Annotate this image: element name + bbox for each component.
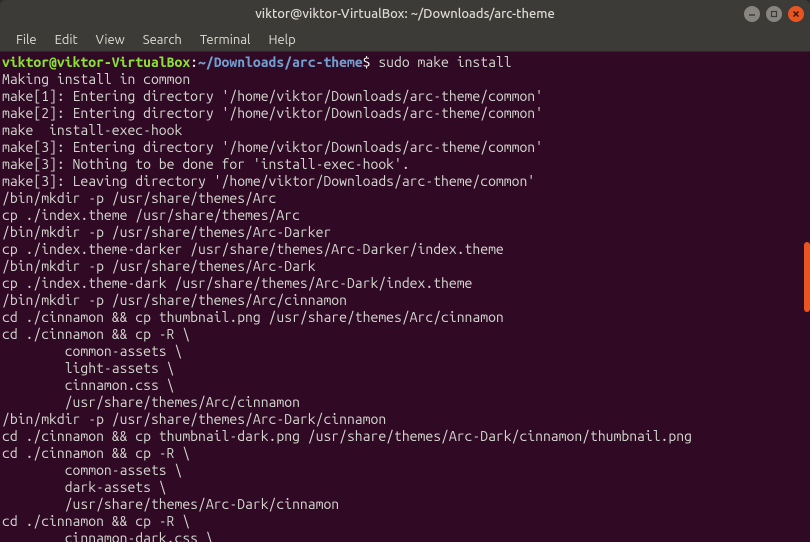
menu-help[interactable]: Help xyxy=(260,31,303,49)
output-line: make[3]: Entering directory '/home/vikto… xyxy=(2,139,810,156)
maximize-button[interactable] xyxy=(766,6,782,22)
output-line: cp ./index.theme-dark /usr/share/themes/… xyxy=(2,275,810,292)
menu-view[interactable]: View xyxy=(88,31,133,49)
close-icon xyxy=(792,10,800,18)
output-line: cinnamon-dark.css \ xyxy=(2,530,810,542)
menu-terminal[interactable]: Terminal xyxy=(192,31,259,49)
output-line: /bin/mkdir -p /usr/share/themes/Arc xyxy=(2,190,810,207)
prompt-line: viktor@viktor-VirtualBox:~/Downloads/arc… xyxy=(2,54,810,71)
output-line: Making install in common xyxy=(2,71,810,88)
prompt-dollar: $ xyxy=(363,54,371,70)
menubar: File Edit View Search Terminal Help xyxy=(0,28,810,52)
titlebar: viktor@viktor-VirtualBox: ~/Downloads/ar… xyxy=(0,0,810,28)
output-line: make[2]: Entering directory '/home/vikto… xyxy=(2,105,810,122)
output-line: cp ./index.theme /usr/share/themes/Arc xyxy=(2,207,810,224)
output-line: /bin/mkdir -p /usr/share/themes/Arc-Dark… xyxy=(2,224,810,241)
output-line: make[3]: Leaving directory '/home/viktor… xyxy=(2,173,810,190)
terminal-output[interactable]: viktor@viktor-VirtualBox:~/Downloads/arc… xyxy=(0,52,810,542)
output-line: /bin/mkdir -p /usr/share/themes/Arc/cinn… xyxy=(2,292,810,309)
output-line: cd ./cinnamon && cp thumbnail.png /usr/s… xyxy=(2,309,810,326)
window-controls xyxy=(744,6,804,22)
output-line: cd ./cinnamon && cp -R \ xyxy=(2,445,810,462)
output-line: cd ./cinnamon && cp -R \ xyxy=(2,513,810,530)
output-line: cd ./cinnamon && cp -R \ xyxy=(2,326,810,343)
scrollbar[interactable] xyxy=(802,52,810,542)
output-line: /usr/share/themes/Arc/cinnamon xyxy=(2,394,810,411)
output-line: cd ./cinnamon && cp thumbnail-dark.png /… xyxy=(2,428,810,445)
prompt-command: sudo make install xyxy=(371,54,512,70)
output-line: /bin/mkdir -p /usr/share/themes/Arc-Dark xyxy=(2,258,810,275)
prompt-path: ~/Downloads/arc-theme xyxy=(198,54,363,70)
output-line: /usr/share/themes/Arc-Dark/cinnamon xyxy=(2,496,810,513)
output-line: make[3]: Nothing to be done for 'install… xyxy=(2,156,810,173)
output-line: common-assets \ xyxy=(2,343,810,360)
output-line: make install-exec-hook xyxy=(2,122,810,139)
menu-file[interactable]: File xyxy=(8,31,45,49)
menu-edit[interactable]: Edit xyxy=(47,31,86,49)
scrollbar-thumb[interactable] xyxy=(804,242,810,312)
output-line: dark-assets \ xyxy=(2,479,810,496)
close-button[interactable] xyxy=(788,6,804,22)
prompt-user-host: viktor@viktor-VirtualBox xyxy=(2,54,190,70)
output-line: /bin/mkdir -p /usr/share/themes/Arc-Dark… xyxy=(2,411,810,428)
minimize-button[interactable] xyxy=(744,6,760,22)
window-title: viktor@viktor-VirtualBox: ~/Downloads/ar… xyxy=(255,7,555,21)
prompt-colon: : xyxy=(190,54,198,70)
output-line: common-assets \ xyxy=(2,462,810,479)
maximize-icon xyxy=(770,10,778,18)
minimize-icon xyxy=(748,10,756,18)
output-line: make[1]: Entering directory '/home/vikto… xyxy=(2,88,810,105)
menu-search[interactable]: Search xyxy=(135,31,190,49)
output-line: cinnamon.css \ xyxy=(2,377,810,394)
output-line: cp ./index.theme-darker /usr/share/theme… xyxy=(2,241,810,258)
output-line: light-assets \ xyxy=(2,360,810,377)
